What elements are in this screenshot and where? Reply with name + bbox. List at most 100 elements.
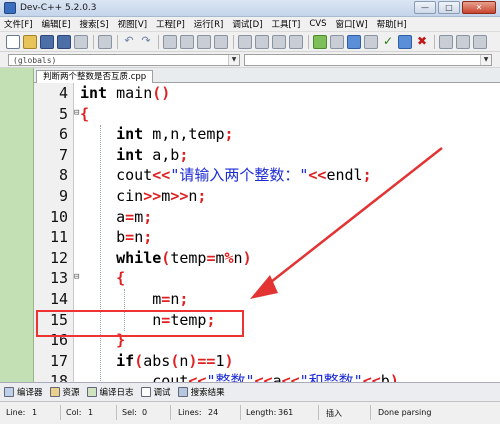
- stop-icon[interactable]: ✖: [415, 35, 429, 49]
- menu-tools[interactable]: 工具[T]: [272, 18, 301, 30]
- insert-icon[interactable]: [456, 34, 470, 49]
- open-file-icon[interactable]: [23, 34, 37, 49]
- save-icon[interactable]: [40, 34, 54, 49]
- code-line[interactable]: 17 if(abs(n)==1): [34, 351, 500, 372]
- status-length: 361: [278, 408, 294, 417]
- code-line[interactable]: 10 a=m;: [34, 207, 500, 228]
- code-line[interactable]: 18 cout<<"整数"<<a<<"和整数"<<b): [34, 371, 500, 382]
- window-title: Dev-C++ 5.2.0.3: [20, 3, 97, 13]
- line-number: 17: [49, 351, 68, 370]
- code-text: m=n;: [80, 290, 189, 308]
- code-line[interactable]: 7 int a,b;: [34, 145, 500, 166]
- code-line[interactable]: 4 int main(): [34, 83, 500, 104]
- project-options-icon[interactable]: [330, 34, 344, 49]
- replace-icon[interactable]: [197, 34, 211, 49]
- code-line[interactable]: 9 cin>>m>>n;: [34, 186, 500, 207]
- code-line[interactable]: 13 ⊟ {: [34, 268, 500, 289]
- toolbar-separator: [308, 34, 309, 49]
- line-number: 7: [58, 145, 68, 164]
- tab-debug[interactable]: 调试: [140, 386, 171, 398]
- menu-window[interactable]: 窗口[W]: [336, 18, 368, 30]
- scope-bar: (globals) ▼ ▼: [0, 52, 500, 68]
- chevron-down-icon[interactable]: ▼: [480, 55, 491, 65]
- menu-search[interactable]: 搜索[S]: [80, 18, 109, 30]
- scope-dropdown[interactable]: (globals) ▼: [8, 54, 240, 66]
- find-next-icon[interactable]: [180, 34, 194, 49]
- status-bar: Line: 1 Col: 1 Sel: 0 Lines: 24 Length: …: [0, 401, 500, 424]
- toggle-bookmark-icon[interactable]: [289, 34, 303, 49]
- code-text: while(temp=m%n): [116, 248, 252, 267]
- debug-icon[interactable]: [398, 34, 412, 49]
- code-line[interactable]: 5 ⊟{: [34, 104, 500, 125]
- status-col-label: Col:: [66, 408, 82, 417]
- line-number: 14: [49, 290, 68, 308]
- menu-project[interactable]: 工程[P]: [156, 18, 185, 30]
- title-bar: Dev-C++ 5.2.0.3 — □ ✕: [0, 0, 500, 17]
- bookmark-icon[interactable]: [272, 34, 286, 49]
- goto-line-icon[interactable]: [214, 34, 228, 49]
- status-sel-label: Sel:: [122, 408, 137, 417]
- tab-resources[interactable]: 资源: [49, 386, 80, 398]
- syntax-check-icon[interactable]: ✓: [381, 35, 395, 49]
- undo-icon[interactable]: ↶: [122, 34, 136, 49]
- class-browser-pane[interactable]: [0, 68, 34, 382]
- chevron-down-icon[interactable]: ▼: [228, 55, 239, 65]
- find-icon[interactable]: [163, 34, 177, 49]
- compile-run-icon[interactable]: [364, 34, 378, 49]
- code-text: int m,n,temp;: [116, 125, 234, 144]
- tab-search-results[interactable]: 搜索结果: [177, 386, 225, 398]
- new-file-icon[interactable]: [6, 34, 20, 49]
- close-file-icon[interactable]: [74, 34, 88, 49]
- code-line[interactable]: 11 b=n;: [34, 227, 500, 248]
- status-mode: 插入: [326, 409, 342, 418]
- menu-edit[interactable]: 编辑[E]: [42, 18, 71, 30]
- redo-icon[interactable]: ↷: [139, 34, 153, 49]
- code-editor[interactable]: 4 int main() 5 ⊟{6 int m,n,temp; 7 int a,b; 8…: [34, 83, 500, 382]
- tab-resources-label: 资源: [62, 388, 80, 398]
- line-number: 9: [58, 187, 68, 205]
- status-line: 1: [32, 408, 38, 417]
- menu-bar: 文件[F] 编辑[E] 搜索[S] 视图[V] 工程[P] 运行[R] 调试[D…: [0, 17, 500, 32]
- save-all-icon[interactable]: [57, 34, 71, 49]
- tab-compiler[interactable]: 编译器: [4, 386, 43, 398]
- menu-view[interactable]: 视图[V]: [118, 18, 147, 30]
- maximize-button[interactable]: □: [438, 1, 460, 14]
- back-icon[interactable]: [238, 34, 252, 49]
- status-length-label: Length:: [246, 408, 277, 417]
- code-line[interactable]: 8 cout<<"请输入两个整数："<<endl;: [34, 165, 500, 186]
- code-text: cout<<"整数"<<a<<"和整数"<<b): [80, 372, 399, 382]
- print-icon[interactable]: [98, 34, 112, 49]
- debug-check-icon: [140, 387, 151, 397]
- tab-compiler-label: 编译器: [17, 388, 43, 398]
- line-number: 4: [58, 84, 68, 102]
- tab-debug-label: 调试: [153, 388, 171, 398]
- line-number: 18: [49, 372, 68, 382]
- menu-help[interactable]: 帮助[H]: [377, 18, 407, 30]
- run-icon[interactable]: [347, 34, 361, 49]
- compiler-icon: [4, 387, 14, 397]
- code-line[interactable]: 12 while(temp=m%n): [34, 248, 500, 269]
- forward-icon[interactable]: [255, 34, 269, 49]
- close-button[interactable]: ✕: [462, 1, 496, 14]
- tab-compile-log-label: 编译日志: [99, 388, 134, 398]
- code-line[interactable]: 6 int m,n,temp;: [34, 124, 500, 145]
- menu-file[interactable]: 文件[F]: [4, 18, 33, 30]
- line-number: 10: [49, 207, 68, 226]
- toggle-icon[interactable]: [473, 34, 487, 49]
- menu-run[interactable]: 运行[R]: [194, 18, 224, 30]
- toolbar-separator: [434, 34, 435, 49]
- tab-compile-log[interactable]: 编译日志: [86, 386, 134, 398]
- tab-search-results-label: 搜索结果: [190, 388, 225, 398]
- menu-cvs[interactable]: CVS: [309, 19, 326, 29]
- compile-log-icon: [86, 387, 97, 397]
- menu-debug[interactable]: 调试[D]: [232, 18, 262, 30]
- minimize-button[interactable]: —: [414, 1, 436, 14]
- scope-value: (globals): [13, 56, 57, 65]
- code-line[interactable]: 14 m=n;: [34, 289, 500, 310]
- highlight-box: [36, 310, 244, 337]
- code-text: b=n;: [80, 228, 153, 247]
- member-dropdown[interactable]: ▼: [244, 54, 492, 66]
- new-project-icon[interactable]: [439, 34, 453, 49]
- compile-icon[interactable]: [313, 34, 327, 49]
- file-tab[interactable]: 判断两个整数是否互质.cpp: [36, 70, 154, 83]
